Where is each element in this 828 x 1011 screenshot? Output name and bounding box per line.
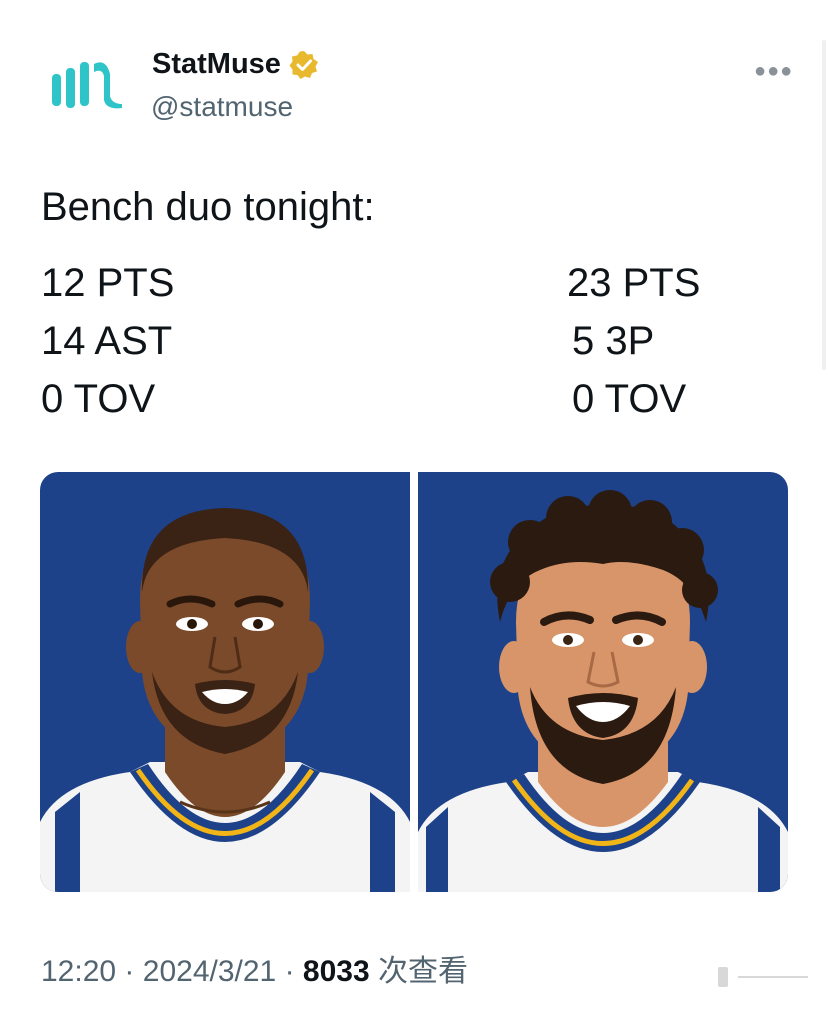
account-name-row[interactable]: StatMuse (152, 48, 319, 81)
tweet-time[interactable]: 12:20 (41, 955, 116, 988)
meta-separator: · (124, 955, 135, 988)
stat-line: 14 AST (41, 319, 173, 363)
corner-watermark-icon (718, 967, 808, 987)
verified-badge-icon (289, 50, 319, 80)
scrollbar[interactable] (822, 40, 826, 370)
stat-line: 12 PTS (41, 261, 175, 305)
views-count: 8033 (302, 955, 370, 988)
player-right-illustration (418, 490, 788, 892)
player-left-image[interactable] (40, 472, 410, 892)
statmuse-logo-icon[interactable] (52, 60, 122, 112)
stat-line: 0 TOV (572, 377, 687, 421)
tweet-date[interactable]: 2024/3/21 (143, 955, 276, 988)
stat-line: 0 TOV (41, 377, 156, 421)
views-label: 次查看 (378, 955, 469, 988)
player-left-stats: 12 PTS 14 AST 0 TOV (41, 254, 174, 428)
stat-line: 5 3P (572, 319, 655, 363)
player-left-illustration (40, 508, 410, 892)
display-name[interactable]: StatMuse (152, 48, 281, 81)
account-handle[interactable]: @statmuse (151, 91, 293, 123)
tweet-text: Bench duo tonight: (41, 185, 375, 229)
stat-line: 23 PTS (567, 261, 701, 305)
player-right-stats: 23 PTS 5 3P 0 TOV (567, 254, 700, 428)
player-right-image[interactable] (418, 472, 788, 892)
more-options-icon[interactable]: ●●● (754, 60, 793, 83)
meta-separator: · (284, 955, 295, 988)
tweet-meta: 12:20 · 2024/3/21 · 8033 次查看 (41, 946, 468, 990)
